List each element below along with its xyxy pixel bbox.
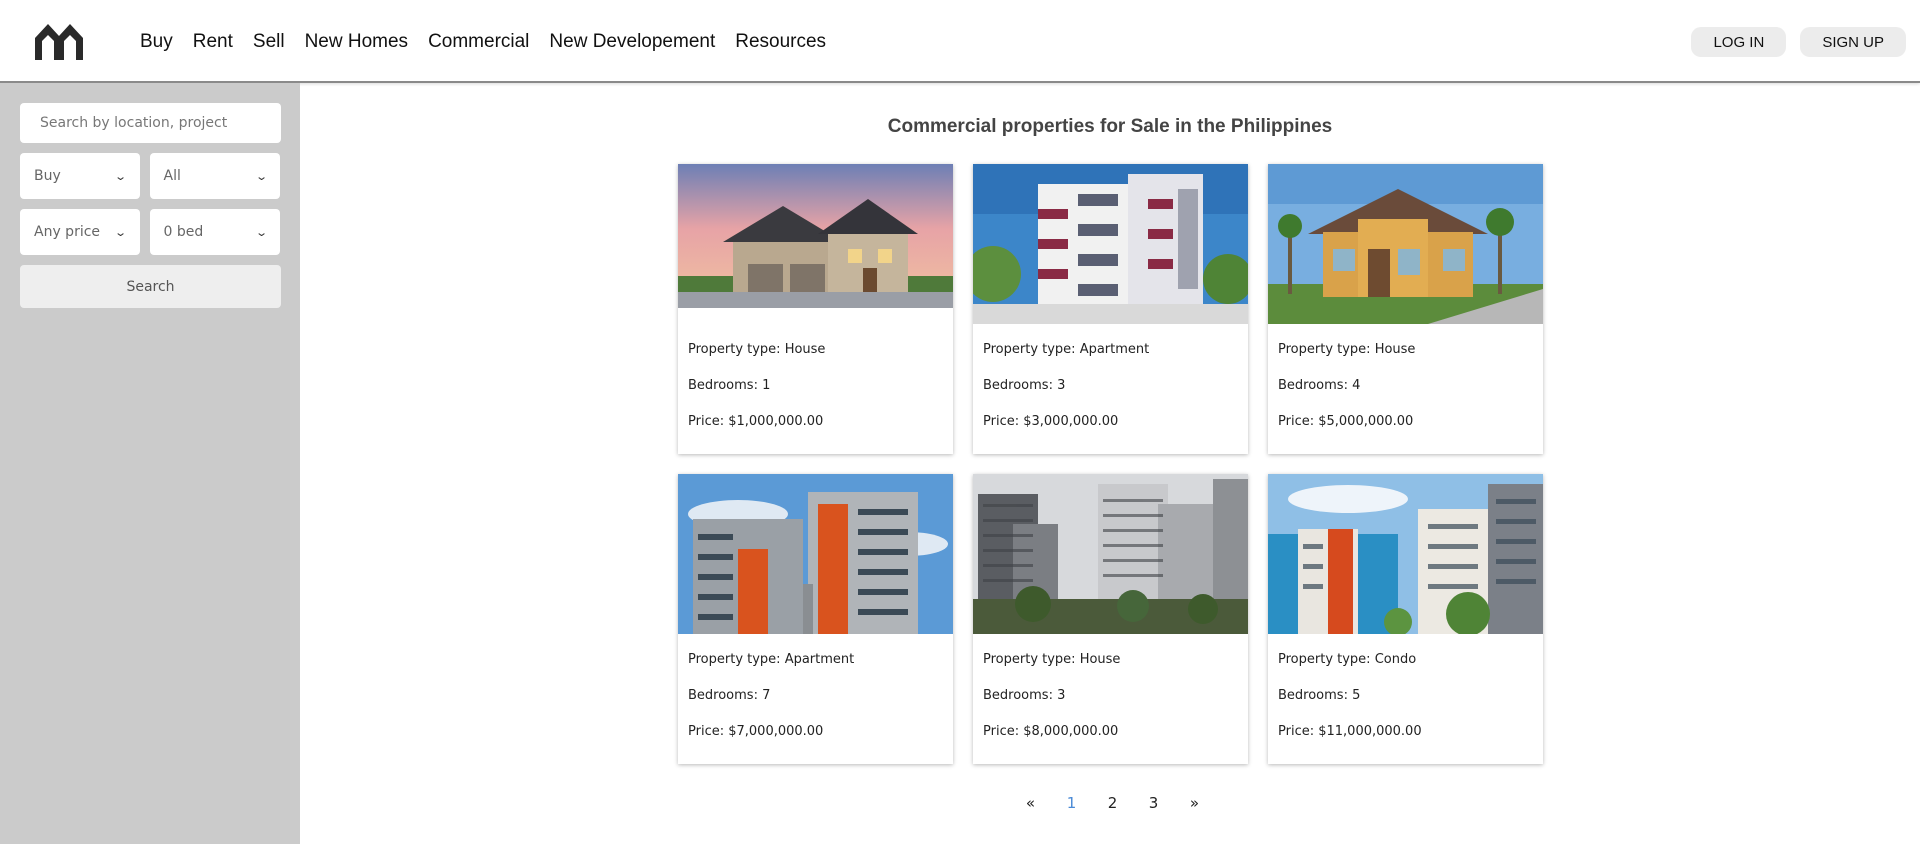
listing-card[interactable]: Property type: House Bedrooms: 1 Price: … <box>678 164 953 454</box>
page-1-link[interactable]: 1 <box>1051 794 1092 812</box>
listing-details: Property type: House Bedrooms: 1 Price: … <box>678 324 953 450</box>
transaction-select[interactable]: Buy ⌄ <box>20 153 140 199</box>
property-type: Property type: House <box>1278 342 1416 357</box>
bedrooms: Bedrooms: 3 <box>983 378 1066 393</box>
nav-buy[interactable]: Buy <box>140 31 173 53</box>
listing-details: Property type: Condo Bedrooms: 5 Price: … <box>1268 634 1543 760</box>
property-type-select-value: All <box>163 168 181 184</box>
nav-sell[interactable]: Sell <box>253 31 285 53</box>
property-photo <box>678 164 953 324</box>
chevron-down-icon: ⌄ <box>114 225 128 239</box>
property-photo <box>973 474 1248 634</box>
bedrooms: Bedrooms: 5 <box>1278 688 1361 703</box>
property-type: Property type: Apartment <box>688 652 855 667</box>
next-page-button[interactable]: » <box>1174 794 1215 812</box>
chevron-down-icon: ⌄ <box>254 169 268 183</box>
nav-new-homes[interactable]: New Homes <box>305 31 408 53</box>
page-title: Commercial properties for Sale in the Ph… <box>887 116 1333 137</box>
listing-details: Property type: Apartment Bedrooms: 3 Pri… <box>973 324 1248 450</box>
listing-card[interactable]: Property type: Condo Bedrooms: 5 Price: … <box>1268 474 1543 764</box>
price: Price: $8,000,000.00 <box>983 724 1119 739</box>
search-sidebar: Buy ⌄ All ⌄ Any price ⌄ 0 bed ⌄ Search <box>0 83 300 844</box>
listing-card[interactable]: Property type: Apartment Bedrooms: 7 Pri… <box>678 474 953 764</box>
listing-card[interactable]: Property type: House Bedrooms: 3 Price: … <box>973 474 1248 764</box>
listing-card[interactable]: Property type: House Bedrooms: 4 Price: … <box>1268 164 1543 454</box>
bedrooms-select-value: 0 bed <box>163 224 204 240</box>
nav-commercial[interactable]: Commercial <box>428 31 529 53</box>
listing-details: Property type: House Bedrooms: 3 Price: … <box>973 634 1248 760</box>
price: Price: $5,000,000.00 <box>1278 414 1414 429</box>
listing-details: Property type: Apartment Bedrooms: 7 Pri… <box>678 634 953 760</box>
property-type: Property type: Condo <box>1278 652 1417 667</box>
top-header: Buy Rent Sell New Homes Commercial New D… <box>0 0 1920 83</box>
nav-rent[interactable]: Rent <box>193 31 233 53</box>
listing-grid: Property type: House Bedrooms: 1 Price: … <box>678 164 1543 764</box>
pagination: « 1 2 3 » <box>1010 794 1215 812</box>
prev-page-button[interactable]: « <box>1010 794 1051 812</box>
price: Price: $7,000,000.00 <box>688 724 824 739</box>
property-type: Property type: House <box>983 652 1121 667</box>
price: Price: $1,000,000.00 <box>688 414 824 429</box>
property-photo <box>973 164 1248 324</box>
property-photo <box>1268 164 1543 324</box>
bedrooms: Bedrooms: 3 <box>983 688 1066 703</box>
price-select[interactable]: Any price ⌄ <box>20 209 140 255</box>
listing-details: Property type: House Bedrooms: 4 Price: … <box>1268 324 1543 450</box>
filter-row-2: Any price ⌄ 0 bed ⌄ <box>20 209 280 255</box>
transaction-select-value: Buy <box>34 168 61 184</box>
location-search-input[interactable] <box>20 103 281 143</box>
bedrooms-select[interactable]: 0 bed ⌄ <box>149 209 280 255</box>
chevron-down-icon: ⌄ <box>114 169 128 183</box>
bedrooms: Bedrooms: 1 <box>688 378 771 393</box>
price: Price: $11,000,000.00 <box>1278 724 1422 739</box>
search-button[interactable]: Search <box>20 265 281 308</box>
filter-row-1: Buy ⌄ All ⌄ <box>20 153 280 199</box>
property-photo <box>678 474 953 634</box>
home-logo-icon[interactable] <box>32 18 86 62</box>
property-type-select[interactable]: All ⌄ <box>149 153 280 199</box>
signup-button[interactable]: SIGN UP <box>1800 27 1906 57</box>
bedrooms: Bedrooms: 7 <box>688 688 771 703</box>
nav-resources[interactable]: Resources <box>735 31 826 53</box>
auth-buttons: LOG IN SIGN UP <box>1691 27 1906 57</box>
page-3-link[interactable]: 3 <box>1133 794 1174 812</box>
property-photo <box>1268 474 1543 634</box>
bedrooms: Bedrooms: 4 <box>1278 378 1361 393</box>
login-button[interactable]: LOG IN <box>1691 27 1787 57</box>
nav-new-development[interactable]: New Developement <box>549 31 715 53</box>
property-type: Property type: House <box>688 342 826 357</box>
listing-card[interactable]: Property type: Apartment Bedrooms: 3 Pri… <box>973 164 1248 454</box>
property-type: Property type: Apartment <box>983 342 1150 357</box>
price: Price: $3,000,000.00 <box>983 414 1119 429</box>
page-2-link[interactable]: 2 <box>1092 794 1133 812</box>
price-select-value: Any price <box>34 224 101 240</box>
main-nav: Buy Rent Sell New Homes Commercial New D… <box>140 0 826 83</box>
chevron-down-icon: ⌄ <box>254 225 268 239</box>
